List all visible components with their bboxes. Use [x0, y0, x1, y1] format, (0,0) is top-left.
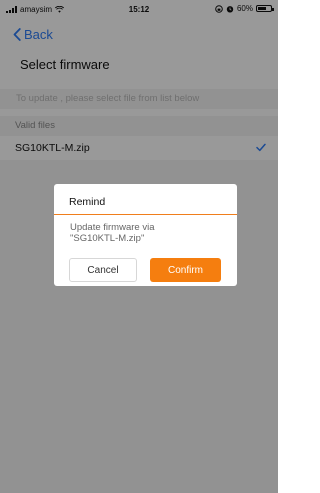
confirm-button[interactable]: Confirm — [150, 258, 221, 282]
dialog-message: Update firmware via "SG10KTL-M.zip" — [70, 222, 225, 244]
cancel-button[interactable]: Cancel — [69, 258, 137, 282]
dialog-message-line2: "SG10KTL-M.zip" — [70, 233, 145, 244]
firmware-screen: amaysim 15:12 60% Back Select firmware T… — [0, 0, 278, 493]
dialog-message-line1: Update firmware via — [70, 222, 155, 233]
dialog-divider — [54, 214, 237, 215]
confirm-label: Confirm — [167, 264, 203, 276]
cancel-label: Cancel — [87, 264, 119, 276]
remind-dialog: Remind Update firmware via "SG10KTL-M.zi… — [54, 184, 237, 286]
dialog-title: Remind — [69, 196, 106, 208]
